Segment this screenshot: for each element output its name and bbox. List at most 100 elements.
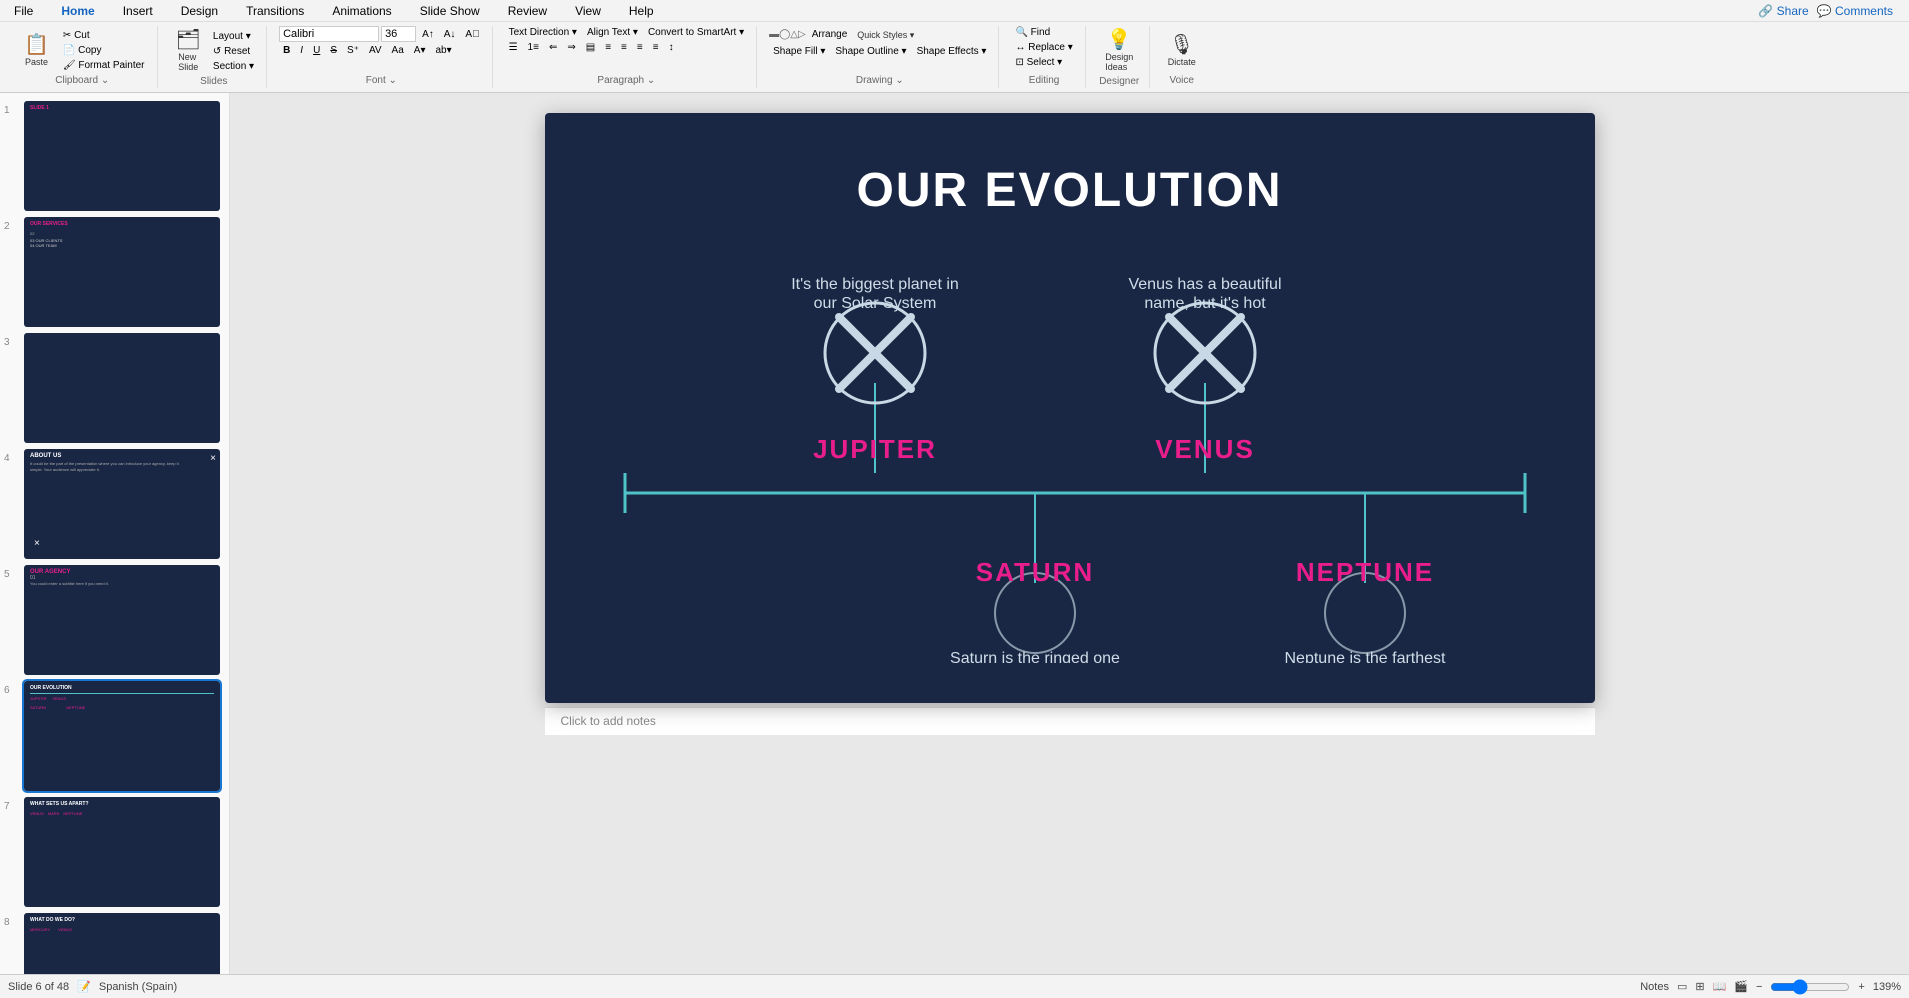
- slide-6-thumb-title: OUR EVOLUTION: [30, 685, 214, 691]
- clear-format-button[interactable]: A⃝: [461, 28, 483, 41]
- slide-1-label: SLIDE 1: [30, 105, 214, 111]
- section-button[interactable]: Section ▾: [209, 60, 258, 73]
- ribbon: 📋 Paste ✂ Cut 📄 Copy 🖌 Format Painter Cl…: [0, 22, 1909, 93]
- indent-less-button[interactable]: ⇐: [545, 41, 561, 54]
- slide-num-4: 4: [4, 449, 24, 464]
- main-area: 1 SLIDE 1 2 OUR SERVICES 02 03 OUR CLIEN…: [0, 93, 1909, 974]
- menu-help[interactable]: Help: [623, 2, 660, 20]
- menu-view[interactable]: View: [569, 2, 607, 20]
- arrange-button[interactable]: Arrange: [808, 28, 852, 41]
- slide-4-content: ABOUT US It could be the part of the pre…: [24, 449, 220, 476]
- slide-thumb-5[interactable]: OUR AGENCY 01 You could enter a subtitle…: [24, 565, 220, 675]
- slide-thumb-2[interactable]: OUR SERVICES 02 03 OUR CLIENTS04 OUR TEA…: [24, 217, 220, 327]
- menu-home[interactable]: Home: [55, 2, 100, 20]
- bold-button[interactable]: B: [279, 44, 294, 57]
- menu-animations[interactable]: Animations: [326, 2, 397, 20]
- slide-8-mercury: MERCURY: [30, 927, 50, 932]
- slide-7-venus: VENUS: [30, 811, 44, 816]
- font-name-input[interactable]: [279, 26, 379, 42]
- quick-styles-button[interactable]: Quick Styles ▾: [853, 26, 918, 43]
- slides-content: 🗂 NewSlide Layout ▾ ↺ Reset Section ▾: [170, 26, 259, 76]
- reset-button[interactable]: ↺ Reset: [209, 45, 258, 58]
- decrease-font-button[interactable]: A↓: [440, 28, 460, 41]
- font-color-button[interactable]: A▾: [410, 44, 430, 57]
- shape-effects-button[interactable]: Shape Effects ▾: [913, 45, 991, 58]
- indent-more-button[interactable]: ⇒: [563, 41, 579, 54]
- menu-transitions[interactable]: Transitions: [240, 2, 310, 20]
- top-right-actions: 🔗 Share 💬 Comments: [1750, 0, 1901, 22]
- menu-review[interactable]: Review: [502, 2, 553, 20]
- menu-slideshow[interactable]: Slide Show: [414, 2, 486, 20]
- paragraph-group: Text Direction ▾ Align Text ▾ Convert to…: [497, 26, 758, 88]
- presenter-view-button[interactable]: 🎬: [1734, 980, 1748, 993]
- justify-button[interactable]: ≡: [649, 41, 663, 54]
- share-button[interactable]: 🔗 Share: [1758, 4, 1808, 18]
- paste-label: Paste: [25, 57, 48, 67]
- slide-thumb-1[interactable]: SLIDE 1: [24, 101, 220, 211]
- dictate-button[interactable]: 🎙 Dictate: [1162, 31, 1202, 71]
- change-case-button[interactable]: Aa: [388, 44, 408, 57]
- align-text-button[interactable]: Align Text ▾: [583, 26, 642, 39]
- layout-button[interactable]: Layout ▾: [209, 30, 258, 43]
- highlight-button[interactable]: ab▾: [431, 44, 455, 57]
- slide-6-thumb-bottom: SATURN NEPTUNE: [30, 705, 214, 710]
- notes-button[interactable]: Notes: [1640, 981, 1669, 993]
- find-button[interactable]: 🔍 Find: [1011, 26, 1054, 39]
- convert-to-smartart-button[interactable]: Convert to SmartArt ▾: [644, 26, 748, 39]
- shape-outline-button[interactable]: Shape Outline ▾: [831, 45, 910, 58]
- paste-button[interactable]: 📋 Paste: [16, 33, 57, 69]
- clipboard-label: Clipboard ⌄: [55, 75, 109, 88]
- zoom-out-button[interactable]: −: [1756, 981, 1762, 993]
- comments-button[interactable]: 💬 Comments: [1817, 4, 1893, 18]
- slide-thumb-4[interactable]: ABOUT US It could be the part of the pre…: [24, 449, 220, 559]
- language: Spanish (Spain): [99, 981, 177, 993]
- zoom-in-button[interactable]: +: [1858, 981, 1864, 993]
- align-center-button[interactable]: ≡: [617, 41, 631, 54]
- menu-design[interactable]: Design: [175, 2, 224, 20]
- menu-insert[interactable]: Insert: [117, 2, 159, 20]
- align-right-button[interactable]: ≡: [633, 41, 647, 54]
- columns-button[interactable]: ▤: [582, 41, 599, 54]
- slide-6-thumb-labels: JUPITER VENUS: [30, 696, 214, 701]
- design-ideas-icon: 💡: [1107, 30, 1132, 50]
- design-ideas-button[interactable]: 💡 DesignIdeas: [1099, 26, 1139, 76]
- slide-thumb-8[interactable]: WHAT DO WE DO? MERCURY VENUS: [24, 913, 220, 974]
- format-painter-button[interactable]: 🖌 Format Painter: [59, 59, 149, 72]
- shape-fill-button[interactable]: Shape Fill ▾: [769, 45, 829, 58]
- zoom-slider[interactable]: [1770, 979, 1850, 995]
- increase-font-button[interactable]: A↑: [418, 28, 438, 41]
- align-left-button[interactable]: ≡: [601, 41, 615, 54]
- strikethrough-button[interactable]: S: [326, 44, 341, 57]
- slide-num-7: 7: [4, 797, 24, 812]
- cut-button[interactable]: ✂ Cut: [59, 29, 149, 42]
- slide-panel[interactable]: 1 SLIDE 1 2 OUR SERVICES 02 03 OUR CLIEN…: [0, 93, 230, 974]
- new-slide-icon: 🗂: [176, 30, 201, 50]
- shadow-button[interactable]: S⁺: [343, 44, 363, 57]
- reading-view-button[interactable]: 📖: [1713, 980, 1727, 993]
- menu-file[interactable]: File: [8, 2, 39, 20]
- numbering-button[interactable]: 1≡: [524, 41, 543, 54]
- underline-button[interactable]: U: [309, 44, 324, 57]
- replace-button[interactable]: ↔ Replace ▾: [1011, 41, 1076, 54]
- shapes-label: ▬◯△▷: [769, 29, 806, 40]
- slide-thumb-6[interactable]: OUR EVOLUTION JUPITER VENUS SATURN NEPTU…: [24, 681, 220, 791]
- slide-5-content: OUR AGENCY 01 You could enter a subtitle…: [24, 565, 220, 590]
- font-size-input[interactable]: [381, 26, 416, 42]
- editing-group: 🔍 Find ↔ Replace ▾ ⊡ Select ▾ Editing: [1003, 26, 1085, 88]
- select-button[interactable]: ⊡ Select ▾: [1011, 56, 1066, 69]
- normal-view-button[interactable]: ▭: [1677, 980, 1687, 993]
- new-slide-button[interactable]: 🗂 NewSlide: [170, 26, 207, 76]
- slide-sorter-button[interactable]: ⊞: [1695, 980, 1704, 993]
- slide-thumb-3[interactable]: [24, 333, 220, 443]
- shape-effects-row: Shape Fill ▾ Shape Outline ▾ Shape Effec…: [769, 45, 990, 58]
- slide-4-x[interactable]: ×: [34, 538, 40, 549]
- italic-button[interactable]: I: [296, 44, 307, 57]
- copy-button[interactable]: 📄 Copy: [59, 44, 149, 57]
- notes-area[interactable]: Click to add notes: [545, 707, 1595, 735]
- bullets-button[interactable]: ☰: [505, 41, 522, 54]
- text-direction-button[interactable]: Text Direction ▾: [505, 26, 581, 39]
- slide-thumb-7[interactable]: WHAT SETS US APART? VENUS MARS NEPTUNE: [24, 797, 220, 907]
- slide-4-delete[interactable]: ×: [210, 453, 216, 464]
- char-spacing-button[interactable]: AV: [365, 44, 386, 57]
- line-spacing-button[interactable]: ↕: [665, 41, 678, 54]
